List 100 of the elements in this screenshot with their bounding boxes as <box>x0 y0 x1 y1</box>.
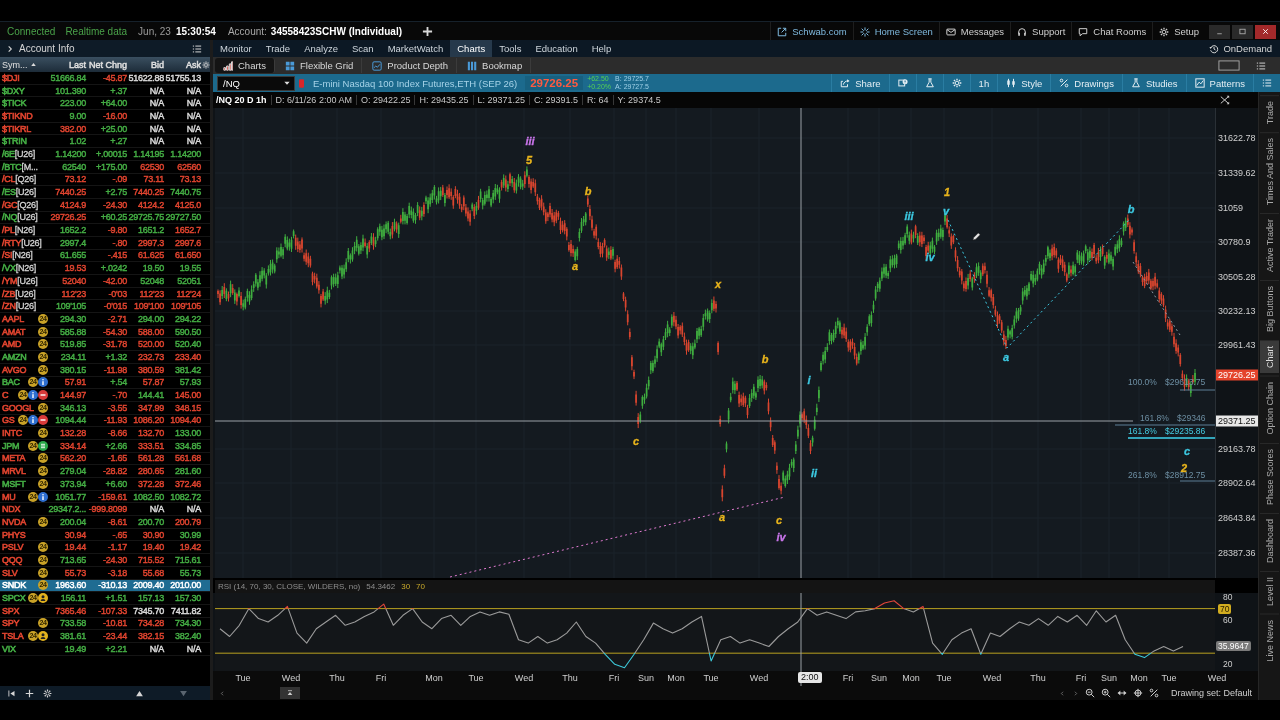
watchlist-row[interactable]: SPX 7365.46 -107.33 7345.70 7411.82 <box>0 604 210 618</box>
menu-tab[interactable]: Charts <box>450 40 493 57</box>
menu-tab[interactable]: Tools <box>492 40 529 57</box>
menu-icon[interactable] <box>192 43 202 54</box>
watchlist-row[interactable]: /SI[N26] 61.655 -.415 61.625 61.650 <box>0 249 210 263</box>
side-tab[interactable]: Times And Sales <box>1260 132 1279 211</box>
watchlist-row[interactable]: NDX 29347.2... -999.8099 N/A N/A <box>0 503 210 517</box>
chevron-icon[interactable] <box>6 44 14 53</box>
watchlist-row[interactable]: /NQ[U26] 29726.25 +60.25 29725.75 29727.50 <box>0 211 210 225</box>
wave-label[interactable]: b <box>1127 203 1135 215</box>
crosshair-icon[interactable] <box>1132 688 1143 698</box>
add-icon[interactable] <box>25 688 34 698</box>
symbol-field[interactable]: /NQ <box>217 75 295 91</box>
wave-label[interactable]: iv <box>776 531 786 543</box>
link-swatch-icon[interactable] <box>299 78 304 88</box>
ondemand-button[interactable]: OnDemand <box>1201 40 1280 57</box>
add-icon[interactable] <box>422 26 433 37</box>
side-tab[interactable]: Level II <box>1260 571 1279 612</box>
wave-label[interactable]: ii <box>810 467 818 479</box>
watchlist-row[interactable]: /RTY[U26] 2997.4 -.80 2997.3 2997.6 <box>0 236 210 250</box>
wave-label[interactable]: a <box>1002 351 1010 363</box>
wave-label[interactable]: a <box>571 260 579 272</box>
menu-tab[interactable]: Help <box>584 40 619 57</box>
zoom-out-icon[interactable] <box>1084 688 1095 698</box>
guide-line[interactable] <box>1132 261 1181 336</box>
menu-tab[interactable]: Analyze <box>297 40 345 57</box>
wave-label[interactable]: b <box>761 353 769 365</box>
scroll-left-icon[interactable] <box>219 689 226 697</box>
wave-label[interactable]: b <box>584 185 592 197</box>
settings-icon[interactable] <box>202 60 210 69</box>
horizontal-arrows-icon[interactable] <box>1116 688 1127 698</box>
watchlist-row[interactable]: $TIKND 9.00 -16.00 N/A N/A <box>0 110 210 123</box>
drawing-set-selector[interactable]: Drawing set: Default <box>1170 688 1252 698</box>
watchlist-row[interactable]: /6E[U26] 1.14200 +.00015 1.14195 1.14200 <box>0 148 210 161</box>
side-tab[interactable]: Chart <box>1260 340 1279 374</box>
down-arrow-icon[interactable] <box>179 688 188 698</box>
menu-icon[interactable] <box>1256 60 1266 71</box>
menu-tab[interactable]: Monitor <box>213 40 259 57</box>
wave-label[interactable]: 1 <box>943 186 951 198</box>
zoom-in-icon[interactable] <box>1100 688 1111 698</box>
study-title[interactable]: RSI (14, 70, 30, CLOSE, WILDERS, no) <box>218 582 361 591</box>
menu-tab[interactable]: Scan <box>344 40 381 57</box>
wave-label[interactable]: iii <box>525 135 535 147</box>
side-tab[interactable]: Active Trader <box>1260 213 1279 278</box>
watchlist-row[interactable]: PHYS 30.94 -.65 30.90 30.99 <box>0 528 210 542</box>
menu-tab[interactable]: Education <box>528 40 585 57</box>
data-feed-status[interactable]: Realtime data <box>58 26 128 37</box>
column-header[interactable]: Bid <box>128 59 165 70</box>
watchlist-row[interactable]: /BTC[M... 62540 +175.00 62530 62560 <box>0 160 210 174</box>
percent-icon[interactable] <box>1148 688 1159 698</box>
watchlist-row[interactable]: /YM[U26] 52040 -42.00 52048 52051 <box>0 275 210 288</box>
sub-tab[interactable]: Flexible Grid <box>277 58 363 73</box>
wave-label[interactable]: 5 <box>525 154 533 166</box>
panel-title[interactable]: Account Info <box>19 43 75 54</box>
menu-tab[interactable]: Trade <box>258 40 298 57</box>
settings-icon[interactable] <box>43 688 52 698</box>
wave-label[interactable]: c <box>775 514 783 526</box>
watchlist-row[interactable]: $DJI 51666.84 -45.87 51622.88 51755.13 <box>0 72 210 85</box>
maximize-button[interactable] <box>1232 24 1253 39</box>
wave-label[interactable]: c <box>1183 445 1191 457</box>
sub-tab[interactable]: Bookmap <box>459 58 532 73</box>
wave-label[interactable]: i <box>807 374 811 386</box>
crossed-arrows-icon[interactable] <box>1220 95 1230 105</box>
scroll-left-icon[interactable] <box>1058 689 1066 697</box>
side-tab[interactable]: Option Chain <box>1260 376 1279 440</box>
wave-label[interactable]: iii <box>904 210 914 222</box>
side-tab[interactable]: Live News <box>1260 614 1279 667</box>
watchlist-row[interactable]: $DXY 101.390 +.37 N/A N/A <box>0 84 210 98</box>
close-button[interactable] <box>1255 24 1276 39</box>
wave-guide-line[interactable] <box>947 219 1130 349</box>
watchlist-row[interactable]: $TICK 223.00 +64.00 N/A N/A <box>0 97 210 111</box>
watchlist-row[interactable]: /ZB[U26] 112'23 -0'03 112'23 112'24 <box>0 287 210 301</box>
column-header[interactable]: Last <box>48 59 87 70</box>
watchlist-row[interactable]: /ES[U26] 7440.25 +2.75 7440.25 7440.75 <box>0 186 210 199</box>
first-page-icon[interactable] <box>7 688 16 698</box>
side-tab[interactable]: Trade <box>1260 95 1279 130</box>
watchlist-row[interactable]: /CL[Q26] 73.12 -.09 73.11 73.13 <box>0 173 210 187</box>
column-header[interactable]: Sym... <box>0 59 48 70</box>
wave-label[interactable]: c <box>632 435 640 447</box>
watchlist-row[interactable]: VIX 19.49 +2.21 N/A N/A <box>0 642 210 656</box>
watchlist-row[interactable]: $TRIN 1.02 +.27 N/A N/A <box>0 135 210 149</box>
menu-tab[interactable]: MarketWatch <box>380 40 451 57</box>
column-header[interactable]: Net Chng <box>87 59 128 70</box>
account-selector[interactable]: 34558423SCHW (Individual) <box>270 26 402 37</box>
wave-label[interactable]: v <box>942 205 950 217</box>
up-arrow-icon[interactable] <box>135 688 144 698</box>
sub-tab[interactable]: Product Depth <box>364 58 458 73</box>
side-tab[interactable]: Big Buttons <box>1260 280 1279 338</box>
collapse-button[interactable] <box>280 687 300 699</box>
wave-label[interactable]: a <box>718 511 726 523</box>
side-tab[interactable]: Dashboard <box>1260 513 1279 569</box>
column-header[interactable]: Ask <box>165 59 202 70</box>
wave-label[interactable]: x <box>714 278 722 290</box>
sub-tab[interactable]: Charts <box>215 58 275 73</box>
side-tab[interactable]: Phase Scores <box>1260 443 1279 511</box>
layout-icon[interactable] <box>1218 60 1240 71</box>
watchlist-row[interactable]: /GC[Q26] 4124.9 -24.30 4124.2 4125.0 <box>0 198 210 212</box>
price-chart-plot[interactable] <box>215 108 1215 578</box>
watchlist-row[interactable]: $TIKRL 382.00 +25.00 N/A N/A <box>0 122 210 136</box>
watchlist-row[interactable]: /VX[N26] 19.53 +.0242 19.50 19.55 <box>0 262 210 275</box>
